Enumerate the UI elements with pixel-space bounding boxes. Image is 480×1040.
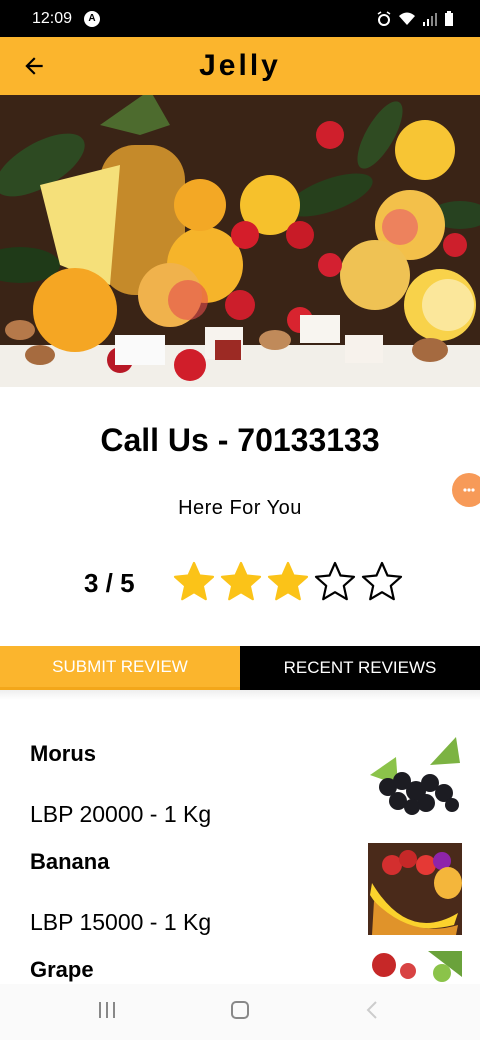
tab-recent-reviews[interactable]: RECENT REVIEWS	[240, 646, 480, 690]
star-empty-icon[interactable]	[313, 560, 357, 604]
status-time: 12:09	[32, 9, 73, 27]
product-item[interactable]: Morus LBP 20000 - 1 Kg	[0, 735, 480, 843]
chat-icon	[463, 488, 475, 492]
product-price: LBP 15000 - 1 Kg	[30, 909, 212, 935]
hero-image	[0, 95, 480, 387]
battery-icon	[445, 10, 453, 26]
star-empty-icon[interactable]	[360, 560, 404, 604]
star-filled-icon[interactable]	[266, 560, 310, 604]
home-button[interactable]	[229, 999, 251, 1026]
tagline-text: Here For You	[178, 497, 302, 519]
arrow-left-icon	[25, 57, 43, 75]
floating-action-button[interactable]	[452, 473, 480, 507]
product-image	[368, 735, 462, 827]
rating-stars[interactable]	[172, 560, 404, 604]
status-bar: 12:09 A	[0, 0, 480, 37]
product-name: Banana	[30, 849, 110, 874]
rating-row: 3 / 5	[0, 560, 480, 606]
call-us-text[interactable]: Call Us - 70133133	[0, 422, 480, 459]
wifi-icon	[399, 12, 415, 25]
signal-icon	[423, 12, 437, 26]
system-nav-bar	[0, 984, 480, 1040]
product-name: Grape	[30, 957, 94, 982]
back-button[interactable]	[18, 50, 50, 82]
product-item[interactable]: Banana LBP 15000 - 1 Kg	[0, 843, 480, 951]
back-nav-button[interactable]	[362, 999, 384, 1026]
rating-text: 3 / 5	[84, 568, 135, 598]
star-filled-icon[interactable]	[219, 560, 263, 604]
alarm-icon	[377, 10, 391, 26]
chevron-left-icon	[366, 1000, 378, 1019]
page-title: Jelly	[199, 49, 281, 82]
product-name: Morus	[30, 741, 96, 766]
status-icons	[376, 10, 454, 27]
star-filled-icon[interactable]	[172, 560, 216, 604]
product-price: LBP 20000 - 1 Kg	[30, 801, 212, 827]
android-badge-icon: A	[84, 10, 101, 27]
product-image	[368, 843, 462, 935]
tab-submit-review[interactable]: SUBMIT REVIEW	[0, 646, 240, 690]
review-tabs: SUBMIT REVIEW RECENT REVIEWS	[0, 646, 480, 690]
tabs-divider	[0, 690, 480, 700]
home-icon	[230, 1000, 249, 1019]
recent-apps-icon	[98, 1001, 115, 1018]
recent-apps-button[interactable]	[96, 1000, 118, 1025]
app-bar: Jelly	[0, 37, 480, 95]
